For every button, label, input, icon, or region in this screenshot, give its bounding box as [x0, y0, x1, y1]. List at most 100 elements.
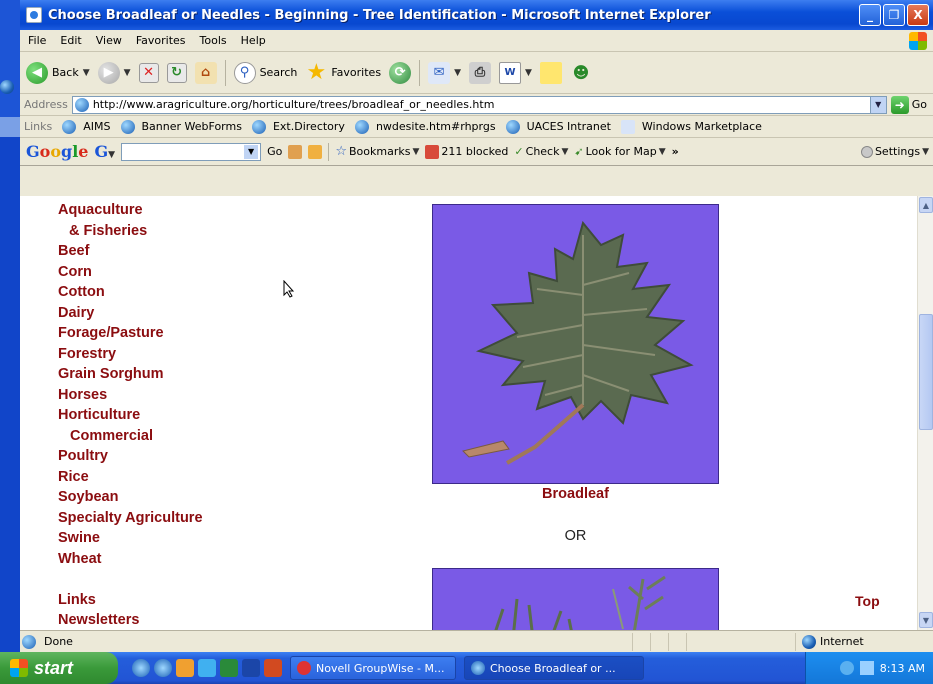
- link-uaces-intranet[interactable]: UACES Intranet: [505, 119, 611, 134]
- nav-link-commercial[interactable]: Commercial: [58, 426, 203, 447]
- back-button[interactable]: ◀ Back ▼: [26, 61, 90, 84]
- security-zone[interactable]: Internet: [795, 632, 933, 651]
- link-banner-webforms[interactable]: Banner WebForms: [120, 119, 242, 134]
- link-label: UACES Intranet: [526, 120, 611, 133]
- pagerank-icon[interactable]: [288, 144, 303, 159]
- go-button[interactable]: ➜ Go: [890, 95, 927, 114]
- globe-icon[interactable]: [0, 80, 14, 94]
- task-groupwise[interactable]: Novell GroupWise - M...: [290, 656, 456, 680]
- close-button[interactable]: X: [907, 4, 929, 26]
- back-dropdown-icon[interactable]: ▼: [83, 68, 90, 78]
- forward-dropdown-icon[interactable]: ▼: [124, 68, 131, 78]
- nav-link-newsletters[interactable]: Newsletters: [58, 610, 203, 630]
- menu-file[interactable]: File: [28, 34, 46, 47]
- look-for-map-button[interactable]: ➹ Look for Map ▼: [574, 145, 665, 158]
- scroll-up-icon[interactable]: ▲: [919, 197, 933, 213]
- powerpoint-icon[interactable]: [264, 659, 282, 677]
- nav-link-corn[interactable]: Corn: [58, 262, 203, 283]
- nav-link-links[interactable]: Links: [58, 590, 203, 611]
- favorites-button[interactable]: ★ Favorites: [305, 60, 381, 85]
- discuss-icon[interactable]: [539, 61, 562, 84]
- word-dropdown-icon[interactable]: ▼: [525, 68, 532, 78]
- menu-view[interactable]: View: [96, 34, 122, 47]
- task-label: Choose Broadleaf or ...: [490, 661, 616, 675]
- messenger-icon[interactable]: ☻: [570, 62, 592, 84]
- ie-quicklaunch-icon-2[interactable]: [154, 659, 172, 677]
- stop-icon[interactable]: ✕: [138, 62, 159, 83]
- menu-tools[interactable]: Tools: [200, 34, 227, 47]
- menu-edit[interactable]: Edit: [60, 34, 81, 47]
- link-nwdesite[interactable]: nwdesite.htm#rhprgs: [354, 119, 496, 134]
- task-internet-explorer[interactable]: Choose Broadleaf or ...: [464, 656, 644, 680]
- bookmarks-button[interactable]: ☆ Bookmarks ▼: [335, 144, 419, 159]
- link-windows-marketplace[interactable]: Windows Marketplace: [620, 119, 762, 134]
- needles-image[interactable]: [432, 568, 719, 630]
- broadleaf-image[interactable]: [432, 204, 719, 484]
- ie-quicklaunch-icon[interactable]: [132, 659, 150, 677]
- title-bar[interactable]: Choose Broadleaf or Needles - Beginning …: [20, 0, 933, 30]
- oak-leaf-photo: [433, 205, 718, 483]
- nav-link-horses[interactable]: Horses: [58, 385, 203, 406]
- tray-expand-icon[interactable]: [839, 661, 854, 675]
- nav-link-beef[interactable]: Beef: [58, 241, 203, 262]
- forward-button[interactable]: ▶ ▼: [97, 61, 131, 84]
- mail-button[interactable]: ✉ ▼: [428, 61, 461, 84]
- maximize-button[interactable]: ❐: [883, 4, 905, 26]
- nav-link-cotton[interactable]: Cotton: [58, 282, 203, 303]
- nav-link-aquaculture[interactable]: Aquaculture: [58, 200, 203, 221]
- messenger-quicklaunch-icon[interactable]: [198, 659, 216, 677]
- more-chevron-icon[interactable]: »: [672, 145, 679, 158]
- nav-link-grain-sorghum[interactable]: Grain Sorghum: [58, 364, 203, 385]
- google-search-dropdown-icon[interactable]: ▼: [244, 144, 259, 159]
- nav-link-horticulture[interactable]: Horticulture: [58, 405, 203, 426]
- print-icon[interactable]: ⎙: [468, 61, 491, 84]
- link-ext-directory[interactable]: Ext.Directory: [251, 119, 345, 134]
- google-menu-icon[interactable]: G▼: [94, 142, 115, 161]
- history-icon[interactable]: ⟳: [389, 61, 412, 84]
- link-aims[interactable]: AIMS: [62, 119, 111, 134]
- address-url[interactable]: http://www.aragriculture.org/horticultur…: [93, 98, 495, 111]
- nav-link-wheat[interactable]: Wheat: [58, 549, 203, 570]
- desktop-window-edge: [0, 117, 20, 137]
- address-dropdown-icon[interactable]: ▼: [869, 96, 886, 113]
- edit-word-button[interactable]: W ▼: [498, 61, 532, 84]
- menu-favorites[interactable]: Favorites: [136, 34, 186, 47]
- word-quicklaunch-icon[interactable]: [242, 659, 260, 677]
- refresh-icon[interactable]: ↻: [166, 62, 187, 83]
- menu-help[interactable]: Help: [241, 34, 266, 47]
- news-icon[interactable]: [308, 144, 323, 159]
- nav-link-specialty-agriculture[interactable]: Specialty Agriculture: [58, 508, 203, 529]
- popup-blocker-button[interactable]: 211 blocked: [425, 144, 508, 159]
- nav-link-poultry[interactable]: Poultry: [58, 446, 203, 467]
- toolbar-separator: [419, 59, 421, 86]
- nav-link-forage-pasture[interactable]: Forage/Pasture: [58, 323, 203, 344]
- link-label: nwdesite.htm#rhprgs: [375, 120, 496, 133]
- nav-link-soybean[interactable]: Soybean: [58, 487, 203, 508]
- start-button[interactable]: start: [0, 652, 118, 684]
- clock[interactable]: 8:13 AM: [880, 662, 925, 675]
- scroll-down-icon[interactable]: ▼: [919, 612, 933, 628]
- google-logo[interactable]: Google: [26, 142, 88, 161]
- nav-link-swine[interactable]: Swine: [58, 528, 203, 549]
- broadleaf-link[interactable]: Broadleaf: [432, 486, 719, 502]
- address-input[interactable]: http://www.aragriculture.org/horticultur…: [71, 95, 887, 114]
- spell-check-button[interactable]: ✓ Check ▼: [514, 145, 568, 158]
- nav-link-forestry[interactable]: Forestry: [58, 344, 203, 365]
- nav-link-rice[interactable]: Rice: [58, 467, 203, 488]
- network-icon[interactable]: [859, 661, 874, 675]
- nav-link-fisheries[interactable]: & Fisheries: [58, 221, 203, 242]
- scrollbar-thumb[interactable]: [919, 314, 933, 430]
- top-link[interactable]: Top: [855, 593, 880, 609]
- minimize-button[interactable]: _: [859, 4, 881, 26]
- nav-link-dairy[interactable]: Dairy: [58, 303, 203, 324]
- google-search-input[interactable]: ▼: [121, 142, 262, 161]
- settings-button[interactable]: Settings ▼: [860, 145, 929, 158]
- excel-icon[interactable]: [220, 659, 238, 677]
- outlook-icon[interactable]: [176, 659, 194, 677]
- search-button[interactable]: ⚲ Search: [233, 61, 297, 84]
- vertical-scrollbar[interactable]: ▲ ▼: [917, 196, 933, 630]
- google-go-button[interactable]: Go: [267, 145, 282, 158]
- mail-dropdown-icon[interactable]: ▼: [454, 68, 461, 78]
- home-icon[interactable]: ⌂: [194, 61, 217, 84]
